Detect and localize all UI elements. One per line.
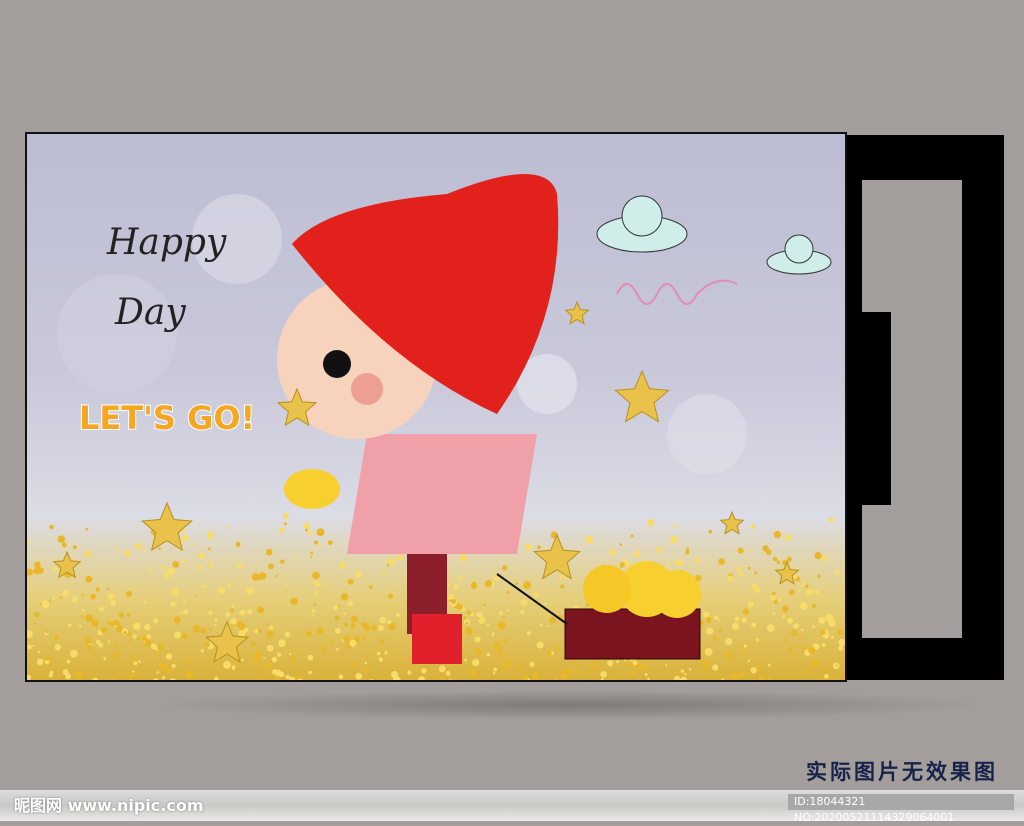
back-frame-bar: [846, 312, 891, 505]
artwork-canvas: Happy Day LET'S GO!: [25, 132, 847, 682]
star-icon: [566, 302, 589, 324]
star-icon: [776, 562, 799, 584]
star-icon: [142, 503, 191, 550]
day-text: Day: [114, 292, 186, 333]
red-boot: [412, 614, 462, 664]
caption: 实际图片无效果图: [806, 756, 998, 786]
pink-coat: [347, 434, 537, 554]
image-id: ID:18044321 NO:20200521114329064001: [788, 794, 1014, 810]
happy-text: Happy: [106, 222, 227, 263]
star-icon: [534, 535, 580, 578]
star-icon: [721, 512, 744, 534]
frame-shadow: [150, 690, 990, 720]
site-logo: 昵图网 www.nipic.com: [14, 792, 204, 816]
lets-go-text: LET'S GO!: [79, 399, 255, 437]
cloud-icon: [597, 196, 831, 274]
star-icon: [615, 371, 668, 422]
duck: [284, 469, 340, 509]
artwork-illustration: Happy Day LET'S GO!: [27, 134, 847, 682]
